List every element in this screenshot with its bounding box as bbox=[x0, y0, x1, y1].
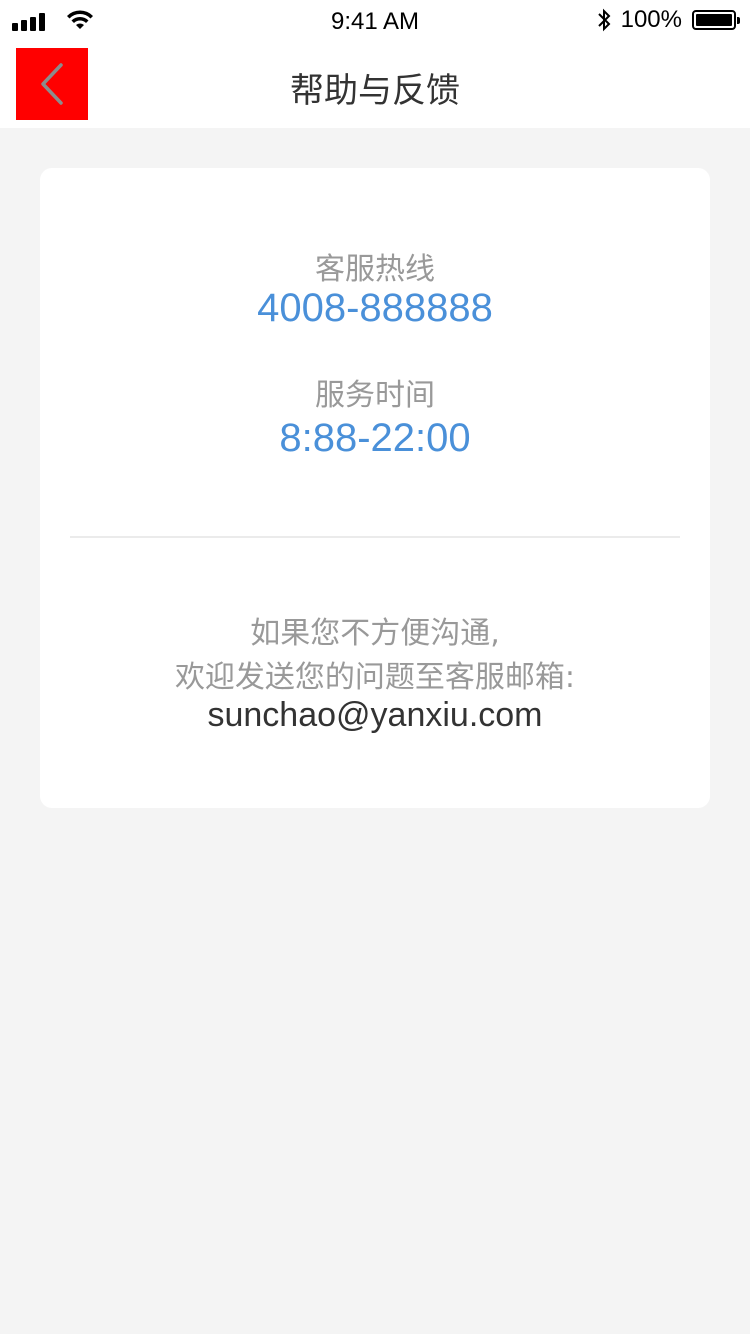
contact-card: 客服热线 4008-888888 服务时间 8:88-22:00 如果您不方便沟… bbox=[40, 168, 710, 808]
status-bar: 9:41 AM 100% bbox=[0, 0, 750, 40]
status-right: 100% bbox=[597, 6, 740, 34]
battery-icon bbox=[692, 10, 740, 30]
bluetooth-icon bbox=[597, 8, 611, 32]
battery-percent: 100% bbox=[620, 6, 682, 33]
nav-bar: 帮助与反馈 bbox=[0, 40, 750, 128]
hotline-label: 客服热线 bbox=[315, 252, 435, 287]
email-note-line1: 如果您不方便沟通, bbox=[250, 616, 500, 651]
divider bbox=[70, 536, 680, 538]
support-email[interactable]: sunchao@yanxiu.com bbox=[40, 696, 710, 735]
email-note-line2: 欢迎发送您的问题至客服邮箱: bbox=[174, 660, 576, 695]
service-hours-value: 8:88-22:00 bbox=[279, 416, 471, 460]
service-hours-label: 服务时间 bbox=[315, 378, 435, 413]
hotline-number[interactable]: 4008-888888 bbox=[40, 286, 710, 331]
page-title: 帮助与反馈 bbox=[290, 71, 460, 111]
